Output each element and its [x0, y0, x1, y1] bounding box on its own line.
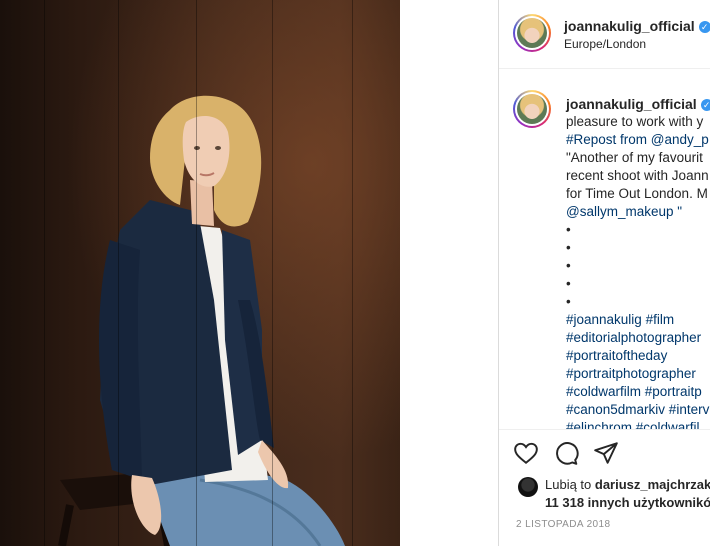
heart-icon[interactable]: [513, 440, 541, 468]
author-name-row: joannakulig_official ✓: [564, 18, 710, 36]
caption-bullet: •: [566, 222, 571, 237]
verified-badge-icon: ✓: [698, 21, 710, 33]
caption-bullet: •: [566, 294, 571, 309]
caption-section: joannakulig_official ✓ pleasure to work w…: [499, 69, 710, 429]
liker-avatar[interactable]: [518, 477, 538, 497]
paper-plane-icon[interactable]: [593, 440, 621, 468]
comment-bubble-icon[interactable]: [553, 440, 581, 468]
caption-author-avatar[interactable]: [513, 90, 551, 128]
caption-author-username[interactable]: joannakulig_official: [566, 96, 697, 112]
author-username[interactable]: joannakulig_official: [564, 18, 695, 34]
post-header: joannakulig_official ✓ Europe/London: [499, 0, 710, 69]
caption-hashtags[interactable]: #portraitoftheday: [566, 347, 710, 365]
caption-hashtags[interactable]: #elinchrom #coldwarfil: [566, 419, 710, 429]
caption-hashtags[interactable]: #coldwarfilm #portraitp: [566, 383, 710, 401]
caption-line: "Another of my favourit: [566, 150, 703, 165]
caption-hashtags[interactable]: #portraitphotographer: [566, 365, 710, 383]
caption-line: for Time Out London. M: [566, 186, 708, 201]
caption-bullet: •: [566, 258, 571, 273]
caption-mention[interactable]: @sallym_makeup ": [566, 203, 710, 221]
caption-hashtag-mention[interactable]: #Repost from @andy_p: [566, 131, 710, 149]
post-photo[interactable]: [0, 0, 400, 546]
gallery-gap: [400, 0, 498, 546]
caption-text: joannakulig_official ✓ pleasure to work w…: [566, 95, 710, 429]
likes-count[interactable]: 11 318 innych użytkowników: [545, 495, 710, 510]
caption-bullet: •: [566, 276, 571, 291]
caption-line: recent shoot with Joann: [566, 168, 709, 183]
verified-badge-icon: ✓: [700, 99, 710, 111]
liker-username[interactable]: dariusz_majchrzak: [595, 477, 710, 492]
caption-hashtags[interactable]: #editorialphotographer: [566, 329, 710, 347]
caption-hashtags[interactable]: #joannakulig #film: [566, 311, 710, 329]
location-link[interactable]: Europe/London: [564, 37, 646, 51]
caption-bullet: •: [566, 240, 571, 255]
post-details-panel: joannakulig_official ✓ Europe/London joan…: [498, 0, 710, 546]
caption-hashtags[interactable]: #canon5dmarkiv #interv: [566, 401, 710, 419]
likes-prefix: Lubią to: [545, 477, 595, 492]
caption-line: pleasure to work with y: [566, 114, 704, 129]
likes-summary: Lubią to dariusz_majchrzak 11 318 innych…: [545, 476, 710, 512]
portrait-figure: [58, 95, 345, 546]
post-date[interactable]: 2 LISTOPADA 2018: [516, 519, 610, 530]
actions-divider: [499, 429, 710, 430]
author-avatar[interactable]: [513, 14, 551, 52]
caption-author-line: joannakulig_official ✓: [566, 95, 710, 113]
